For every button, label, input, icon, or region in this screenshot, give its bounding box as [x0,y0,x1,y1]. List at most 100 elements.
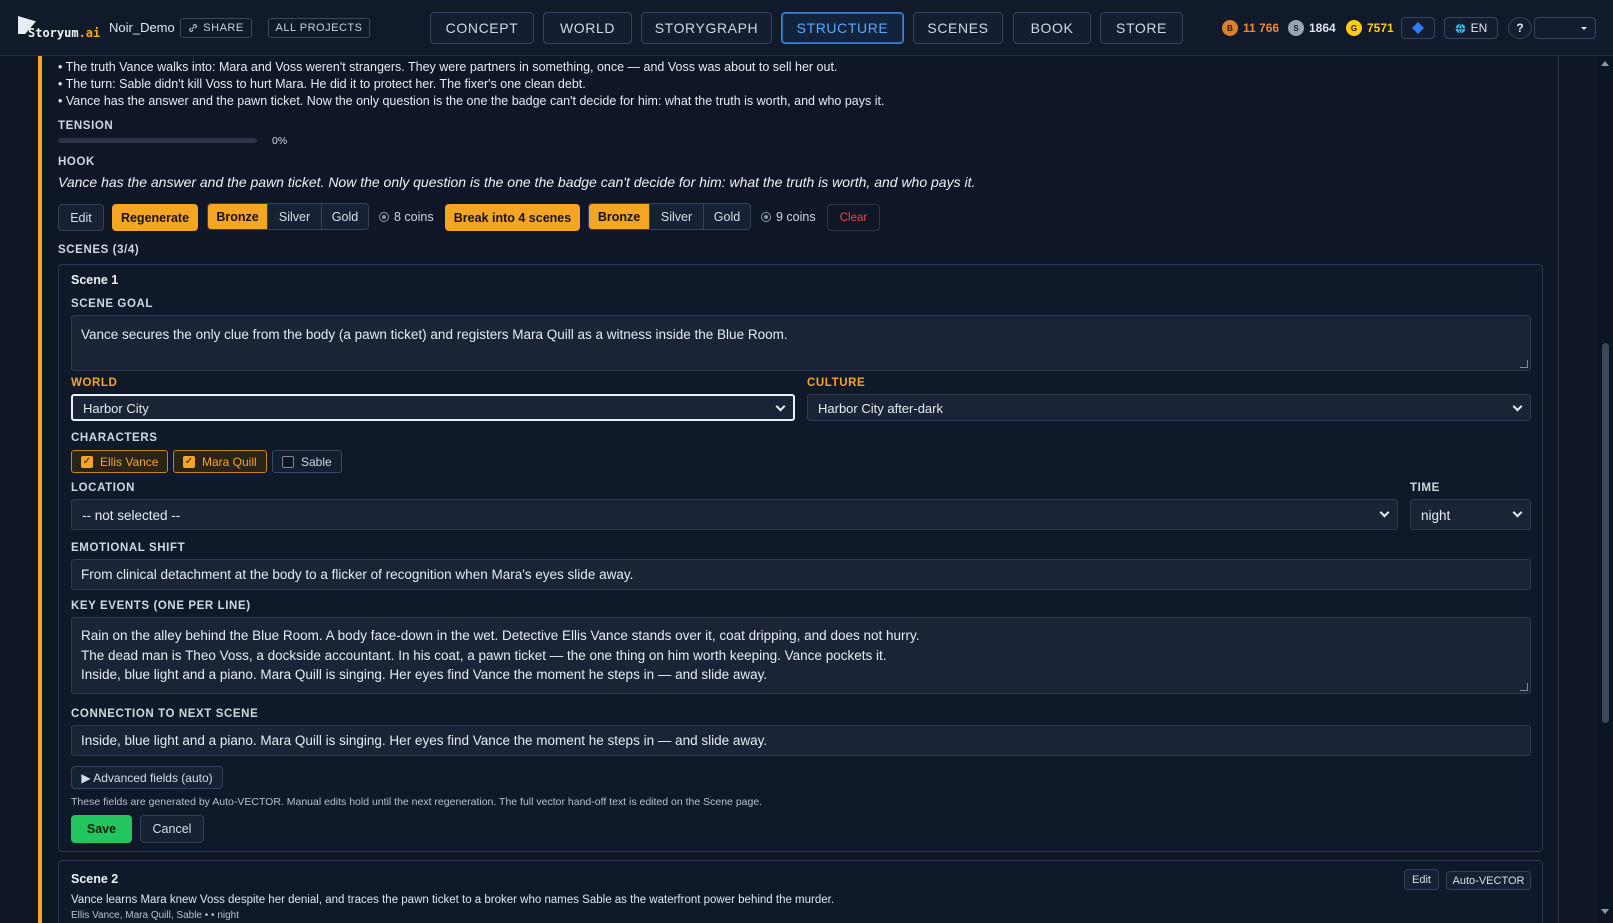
key-events-label: KEY EVENTS (ONE PER LINE) [71,600,251,612]
tab-storygraph[interactable]: STORYGRAPH [641,12,772,44]
bronze-balance[interactable]: B 11 766 [1222,18,1279,38]
top-bar: Storyum.ai Noir_Demo SHARE ALL PROJECTS … [0,0,1613,56]
summary-bullet: • The turn: Sable didn't kill Voss to hu… [58,77,586,91]
culture-label: CULTURE [807,377,866,389]
clear-label: Clear [839,211,868,224]
advanced-fields-toggle[interactable]: ▶ Advanced fields (auto) [71,766,223,789]
language-selector[interactable]: EN [1444,17,1498,39]
all-projects-button[interactable]: ALL PROJECTS [268,18,370,38]
bronze-coin-icon: B [1222,20,1238,36]
act-accent-rail [38,56,42,923]
tab-concept[interactable]: CONCEPT [430,12,534,44]
globe-icon [1455,23,1465,33]
key-events-input[interactable]: Rain on the alley behind the Blue Room. … [71,617,1531,694]
user-menu-dropdown[interactable] [1534,17,1596,39]
cancel-button[interactable]: Cancel [140,815,204,843]
connection-input[interactable]: Inside, blue light and a piano. Mara Qui… [71,725,1531,756]
key-event-line: Inside, blue light and a piano. Mara Qui… [81,667,768,682]
regenerate-button[interactable]: Regenerate [112,204,198,231]
bronze-balance-value: 11 766 [1243,21,1280,35]
coin-target-icon [379,212,389,222]
language-label: EN [1470,21,1488,35]
checkbox-unchecked-icon[interactable] [282,455,294,468]
character-chip-ellis-vance[interactable]: ✓ Ellis Vance [71,450,169,473]
premium-button[interactable] [1401,17,1435,39]
clear-button[interactable]: Clear [827,204,880,231]
share-label: SHARE [203,22,244,34]
regenerate-tier-selector[interactable]: Bronze Silver Gold [207,203,369,230]
tab-label: SCENES [927,20,989,36]
tab-label: WORLD [559,20,616,36]
resize-handle-icon[interactable] [1520,360,1528,368]
hook-label: HOOK [58,156,95,168]
break-tier-selector[interactable]: Bronze Silver Gold [588,203,751,230]
character-name: Ellis Vance [100,454,159,469]
scroll-up-icon[interactable] [1601,61,1609,66]
scene-meta: Ellis Vance, Mara Quill, Sable • • night [71,910,240,921]
location-select[interactable]: -- not selected -- [71,499,1398,530]
tier-bronze[interactable]: Bronze [589,204,650,229]
tab-world[interactable]: WORLD [543,12,632,44]
scene-title: Scene 1 [71,273,119,287]
scenes-header: SCENES (3/4) [58,244,140,256]
auto-vector-label: Auto-VECTOR [1452,874,1525,887]
character-name: Mara Quill [202,454,257,469]
advanced-fields-label: ▶ Advanced fields (auto) [81,770,213,785]
emotional-shift-label: EMOTIONAL SHIFT [71,542,186,554]
cancel-label: Cancel [152,822,192,836]
break-into-scenes-button[interactable]: Break into 4 scenes [445,204,580,231]
app-logo[interactable]: Storyum.ai [18,14,100,42]
tension-value: 0% [272,135,288,147]
checkbox-checked-icon[interactable]: ✓ [81,455,93,468]
silver-balance[interactable]: S 1864 [1288,18,1336,38]
scene-goal-input[interactable]: Vance secures the only clue from the bod… [71,315,1531,371]
help-button[interactable]: ? [1508,17,1532,39]
auto-vector-button[interactable]: Auto-VECTOR [1446,871,1531,890]
checkbox-checked-icon[interactable]: ✓ [183,455,195,468]
tab-store[interactable]: STORE [1100,12,1183,44]
resize-handle-icon[interactable] [1520,683,1528,691]
gold-coin-icon: G [1346,20,1362,36]
silver-balance-value: 1864 [1309,21,1336,35]
tab-structure[interactable]: STRUCTURE [781,12,904,44]
time-select[interactable]: night [1410,499,1531,530]
link-icon [189,24,198,32]
tab-book[interactable]: BOOK [1013,12,1091,44]
world-select[interactable]: Harbor City [71,394,795,421]
time-label: TIME [1410,482,1440,494]
character-chip-sable[interactable]: Sable [272,450,342,473]
tier-gold[interactable]: Gold [704,204,750,229]
break-cost-value: 9 coins [776,210,816,224]
emotional-shift-input[interactable]: From clinical detachment at the body to … [71,559,1531,590]
tier-silver[interactable]: Silver [268,204,322,229]
world-label: WORLD [71,377,118,389]
tier-bronze[interactable]: Bronze [208,204,268,229]
gold-balance[interactable]: G 7571 [1346,18,1394,38]
tier-gold[interactable]: Gold [322,204,368,229]
scene-edit-button[interactable]: Edit [1404,869,1439,890]
regenerate-label: Regenerate [120,210,190,225]
edit-button[interactable]: Edit [58,204,104,231]
scene-title: Scene 2 [71,872,119,886]
characters-label: CHARACTERS [71,432,158,444]
chevron-down-icon [1379,507,1390,518]
culture-select[interactable]: Harbor City after-dark [807,394,1531,421]
auto-vector-note: These fields are generated by Auto-VECTO… [71,796,763,808]
tab-scenes[interactable]: SCENES [913,12,1003,44]
tab-label: STORE [1116,20,1167,36]
character-chip-mara-quill[interactable]: ✓ Mara Quill [173,450,267,473]
tier-silver[interactable]: Silver [650,204,704,229]
page-scrollbar[interactable] [1598,56,1613,923]
culture-value: Harbor City after-dark [818,401,943,416]
location-label: LOCATION [71,482,135,494]
scene-goal-label: SCENE GOAL [71,298,154,310]
scroll-down-icon[interactable] [1601,909,1609,914]
scroll-thumb[interactable] [1602,343,1609,723]
tab-label: CONCEPT [445,20,519,36]
save-button[interactable]: Save [71,815,132,843]
edit-label: Edit [70,210,92,225]
share-button[interactable]: SHARE [180,18,252,38]
world-value: Harbor City [83,401,149,416]
chevron-down-icon [775,401,786,412]
tab-label: BOOK [1030,20,1074,36]
